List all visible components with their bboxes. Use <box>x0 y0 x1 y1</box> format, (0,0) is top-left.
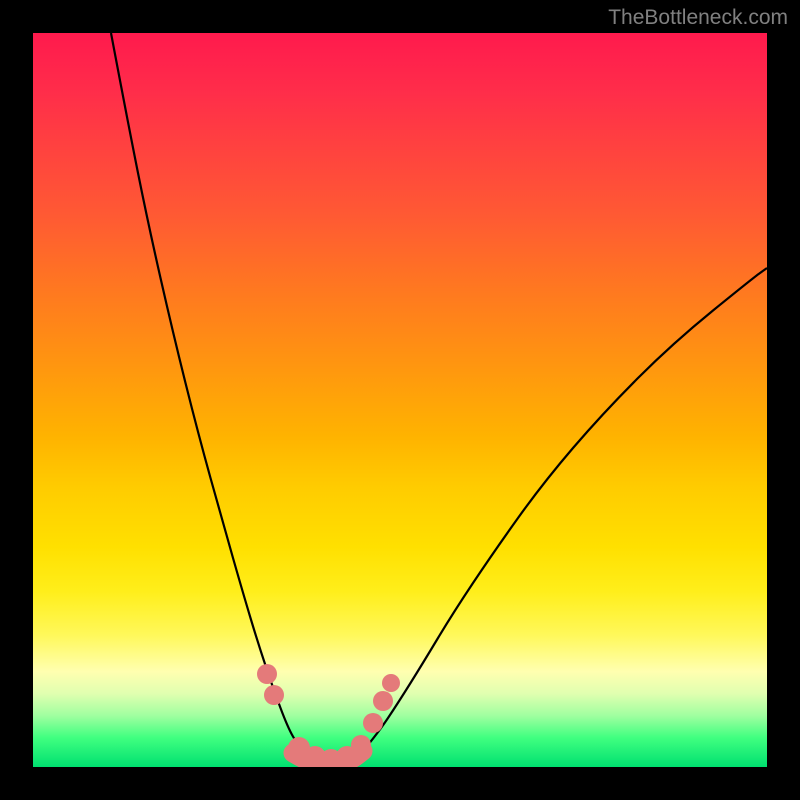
plot-gradient-background <box>33 33 767 767</box>
watermark-text: TheBottleneck.com <box>608 6 788 30</box>
